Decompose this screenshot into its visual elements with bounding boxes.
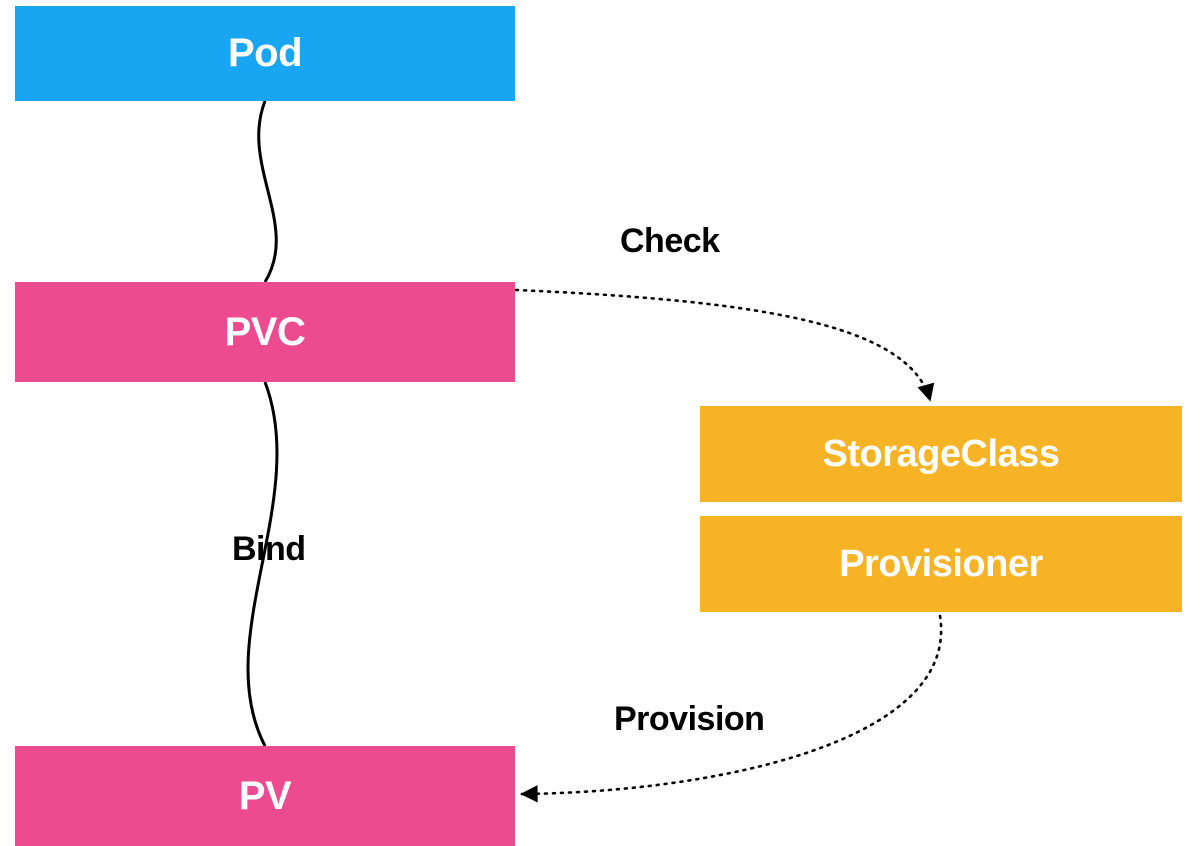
edge-label-provision-text: Provision: [614, 700, 764, 738]
node-pod: Pod: [15, 6, 515, 101]
edge-label-provision: Provision: [614, 700, 764, 739]
edge-label-bind-text: Bind: [232, 530, 306, 568]
node-pv: PV: [15, 746, 515, 846]
node-pv-label: PV: [239, 774, 291, 819]
node-storageclass-label: StorageClass: [823, 433, 1060, 476]
edge-pvc-to-storageclass: [516, 290, 930, 400]
node-pod-label: Pod: [228, 31, 302, 76]
node-provisioner: Provisioner: [700, 516, 1182, 612]
edge-label-bind: Bind: [232, 530, 306, 569]
node-pvc: PVC: [15, 282, 515, 382]
edge-pod-to-pvc: [259, 101, 277, 282]
node-storageclass: StorageClass: [700, 406, 1182, 502]
edge-label-check-text: Check: [620, 222, 720, 260]
node-provisioner-label: Provisioner: [839, 543, 1043, 586]
node-pvc-label: PVC: [225, 310, 306, 355]
edge-label-check: Check: [620, 222, 720, 261]
